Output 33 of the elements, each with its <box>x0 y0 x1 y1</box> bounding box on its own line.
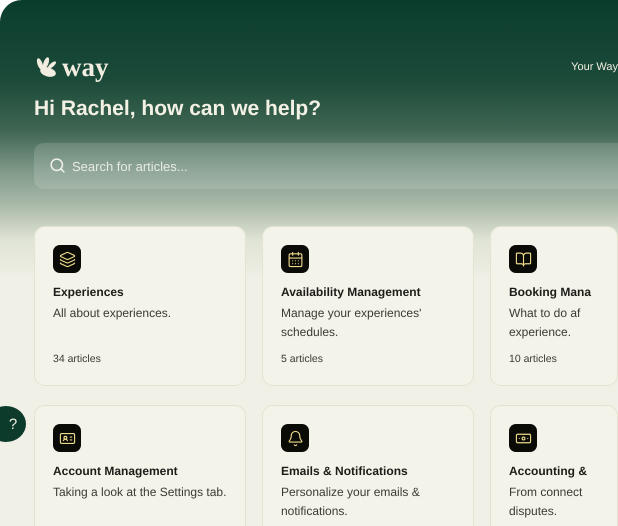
card-description: Manage your experiences' schedules. <box>281 305 422 341</box>
logo-wordmark: way <box>62 54 108 80</box>
card-title: Accounting & <box>509 464 588 478</box>
card-description: All about experiences. <box>53 305 172 322</box>
category-card[interactable]: Accounting & From connect disputes. <box>490 405 618 526</box>
card-title: Emails & Notifications <box>281 464 409 478</box>
card-title: Availability Management <box>281 285 422 299</box>
category-card[interactable]: Experiences All about experiences. 34 articles <box>34 226 246 386</box>
book-icon <box>509 245 537 273</box>
banknote-icon <box>509 424 537 452</box>
greeting-heading: Hi Rachel, how can we help? <box>34 96 322 122</box>
card-description: From connect disputes. <box>509 484 584 520</box>
article-count: 34 articles <box>53 353 102 365</box>
nav-link[interactable]: Your Way <box>571 61 618 73</box>
id-card-icon <box>53 424 81 452</box>
article-count: 10 articles <box>509 353 558 365</box>
category-card[interactable]: Availability Management Manage your experiences' schedules. 5 articles <box>262 226 474 386</box>
search-icon <box>49 157 66 174</box>
bell-icon <box>281 424 309 452</box>
calendar-icon <box>281 245 309 273</box>
category-card[interactable]: Emails & Notifications Personalize your emails & notifications. <box>262 405 474 526</box>
card-title: Account Management <box>53 464 179 478</box>
help-button[interactable]: ? <box>0 406 26 442</box>
card-description: What to do af experience. <box>509 305 582 341</box>
category-card[interactable]: Booking Mana What to do af experience. 10 articles <box>490 226 618 386</box>
category-card[interactable]: Account Management Taking a look at the Settings tab. <box>34 405 246 526</box>
layers-icon <box>53 245 81 273</box>
card-title: Booking Mana <box>509 285 592 299</box>
card-title: Experiences <box>53 285 125 299</box>
article-count: 5 articles <box>281 353 324 365</box>
card-description: Personalize your emails & notifications. <box>281 484 421 520</box>
leaf-logo-icon <box>34 56 58 78</box>
card-description: Taking a look at the Settings tab. <box>53 484 227 501</box>
